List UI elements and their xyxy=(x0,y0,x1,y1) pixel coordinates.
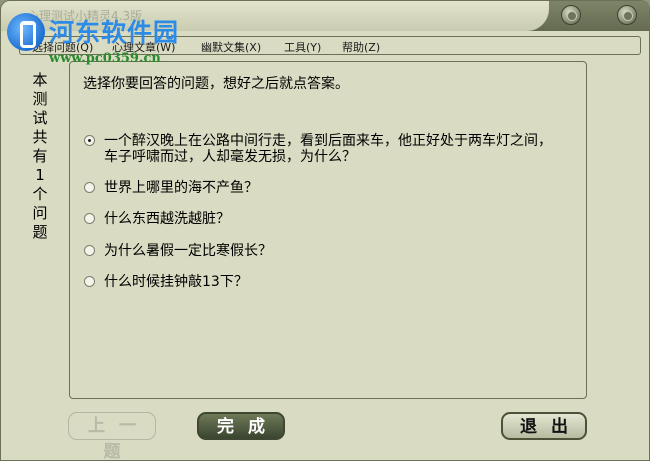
exit-button[interactable]: 退出 xyxy=(501,412,587,440)
answer-option[interactable]: 什么时候挂钟敲13下？ xyxy=(84,274,554,290)
previous-question-button[interactable]: 上一题 xyxy=(68,412,156,460)
answer-option[interactable]: 世界上哪里的海不产鱼？ xyxy=(84,180,554,196)
answer-option[interactable]: 什么东西越洗越脏？ xyxy=(84,211,554,227)
radio-button[interactable] xyxy=(84,213,95,224)
radio-button[interactable] xyxy=(84,276,95,287)
close-button[interactable] xyxy=(617,5,637,25)
answer-option[interactable]: 为什么暑假一定比寒假长？ xyxy=(84,243,554,259)
option-label: 一个醉汉晚上在公路中间行走，看到后面来车，他正好处于两车灯之间，车子呼啸而过，人… xyxy=(104,133,552,165)
radio-button[interactable] xyxy=(84,245,95,256)
instruction-text: 选择你要回答的问题，想好之后就点答案。 xyxy=(83,76,349,92)
answer-option[interactable]: 一个醉汉晚上在公路中间行走，看到后面来车，他正好处于两车灯之间，车子呼啸而过，人… xyxy=(84,133,554,165)
menu-help[interactable]: 帮助(Z) xyxy=(342,39,380,55)
minimize-button[interactable] xyxy=(561,5,581,25)
app-window: 心理测试小精灵4.3版 河东软件园 www.pc0359.cn 选择问题(Q) … xyxy=(0,0,650,461)
radio-button[interactable] xyxy=(84,182,95,193)
option-label: 什么东西越洗越脏？ xyxy=(104,211,230,227)
watermark-logo-icon xyxy=(7,13,45,51)
option-label: 世界上哪里的海不产鱼？ xyxy=(104,180,258,196)
watermark-url: www.pc0359.cn xyxy=(49,51,161,66)
question-count-info: 本测试共有1个问题 xyxy=(32,71,48,241)
radio-button[interactable] xyxy=(84,135,95,146)
finish-button[interactable]: 完成 xyxy=(197,412,285,440)
menu-tools[interactable]: 工具(Y) xyxy=(284,39,321,55)
question-panel: 选择你要回答的问题，想好之后就点答案。 一个醉汉晚上在公路中间行走，看到后面来车… xyxy=(69,61,587,399)
watermark-name: 河东软件园 xyxy=(49,18,180,47)
option-label: 什么时候挂钟敲13下？ xyxy=(104,274,248,290)
menu-humor-collection[interactable]: 幽默文集(X) xyxy=(201,39,261,55)
option-label: 为什么暑假一定比寒假长？ xyxy=(104,243,272,259)
